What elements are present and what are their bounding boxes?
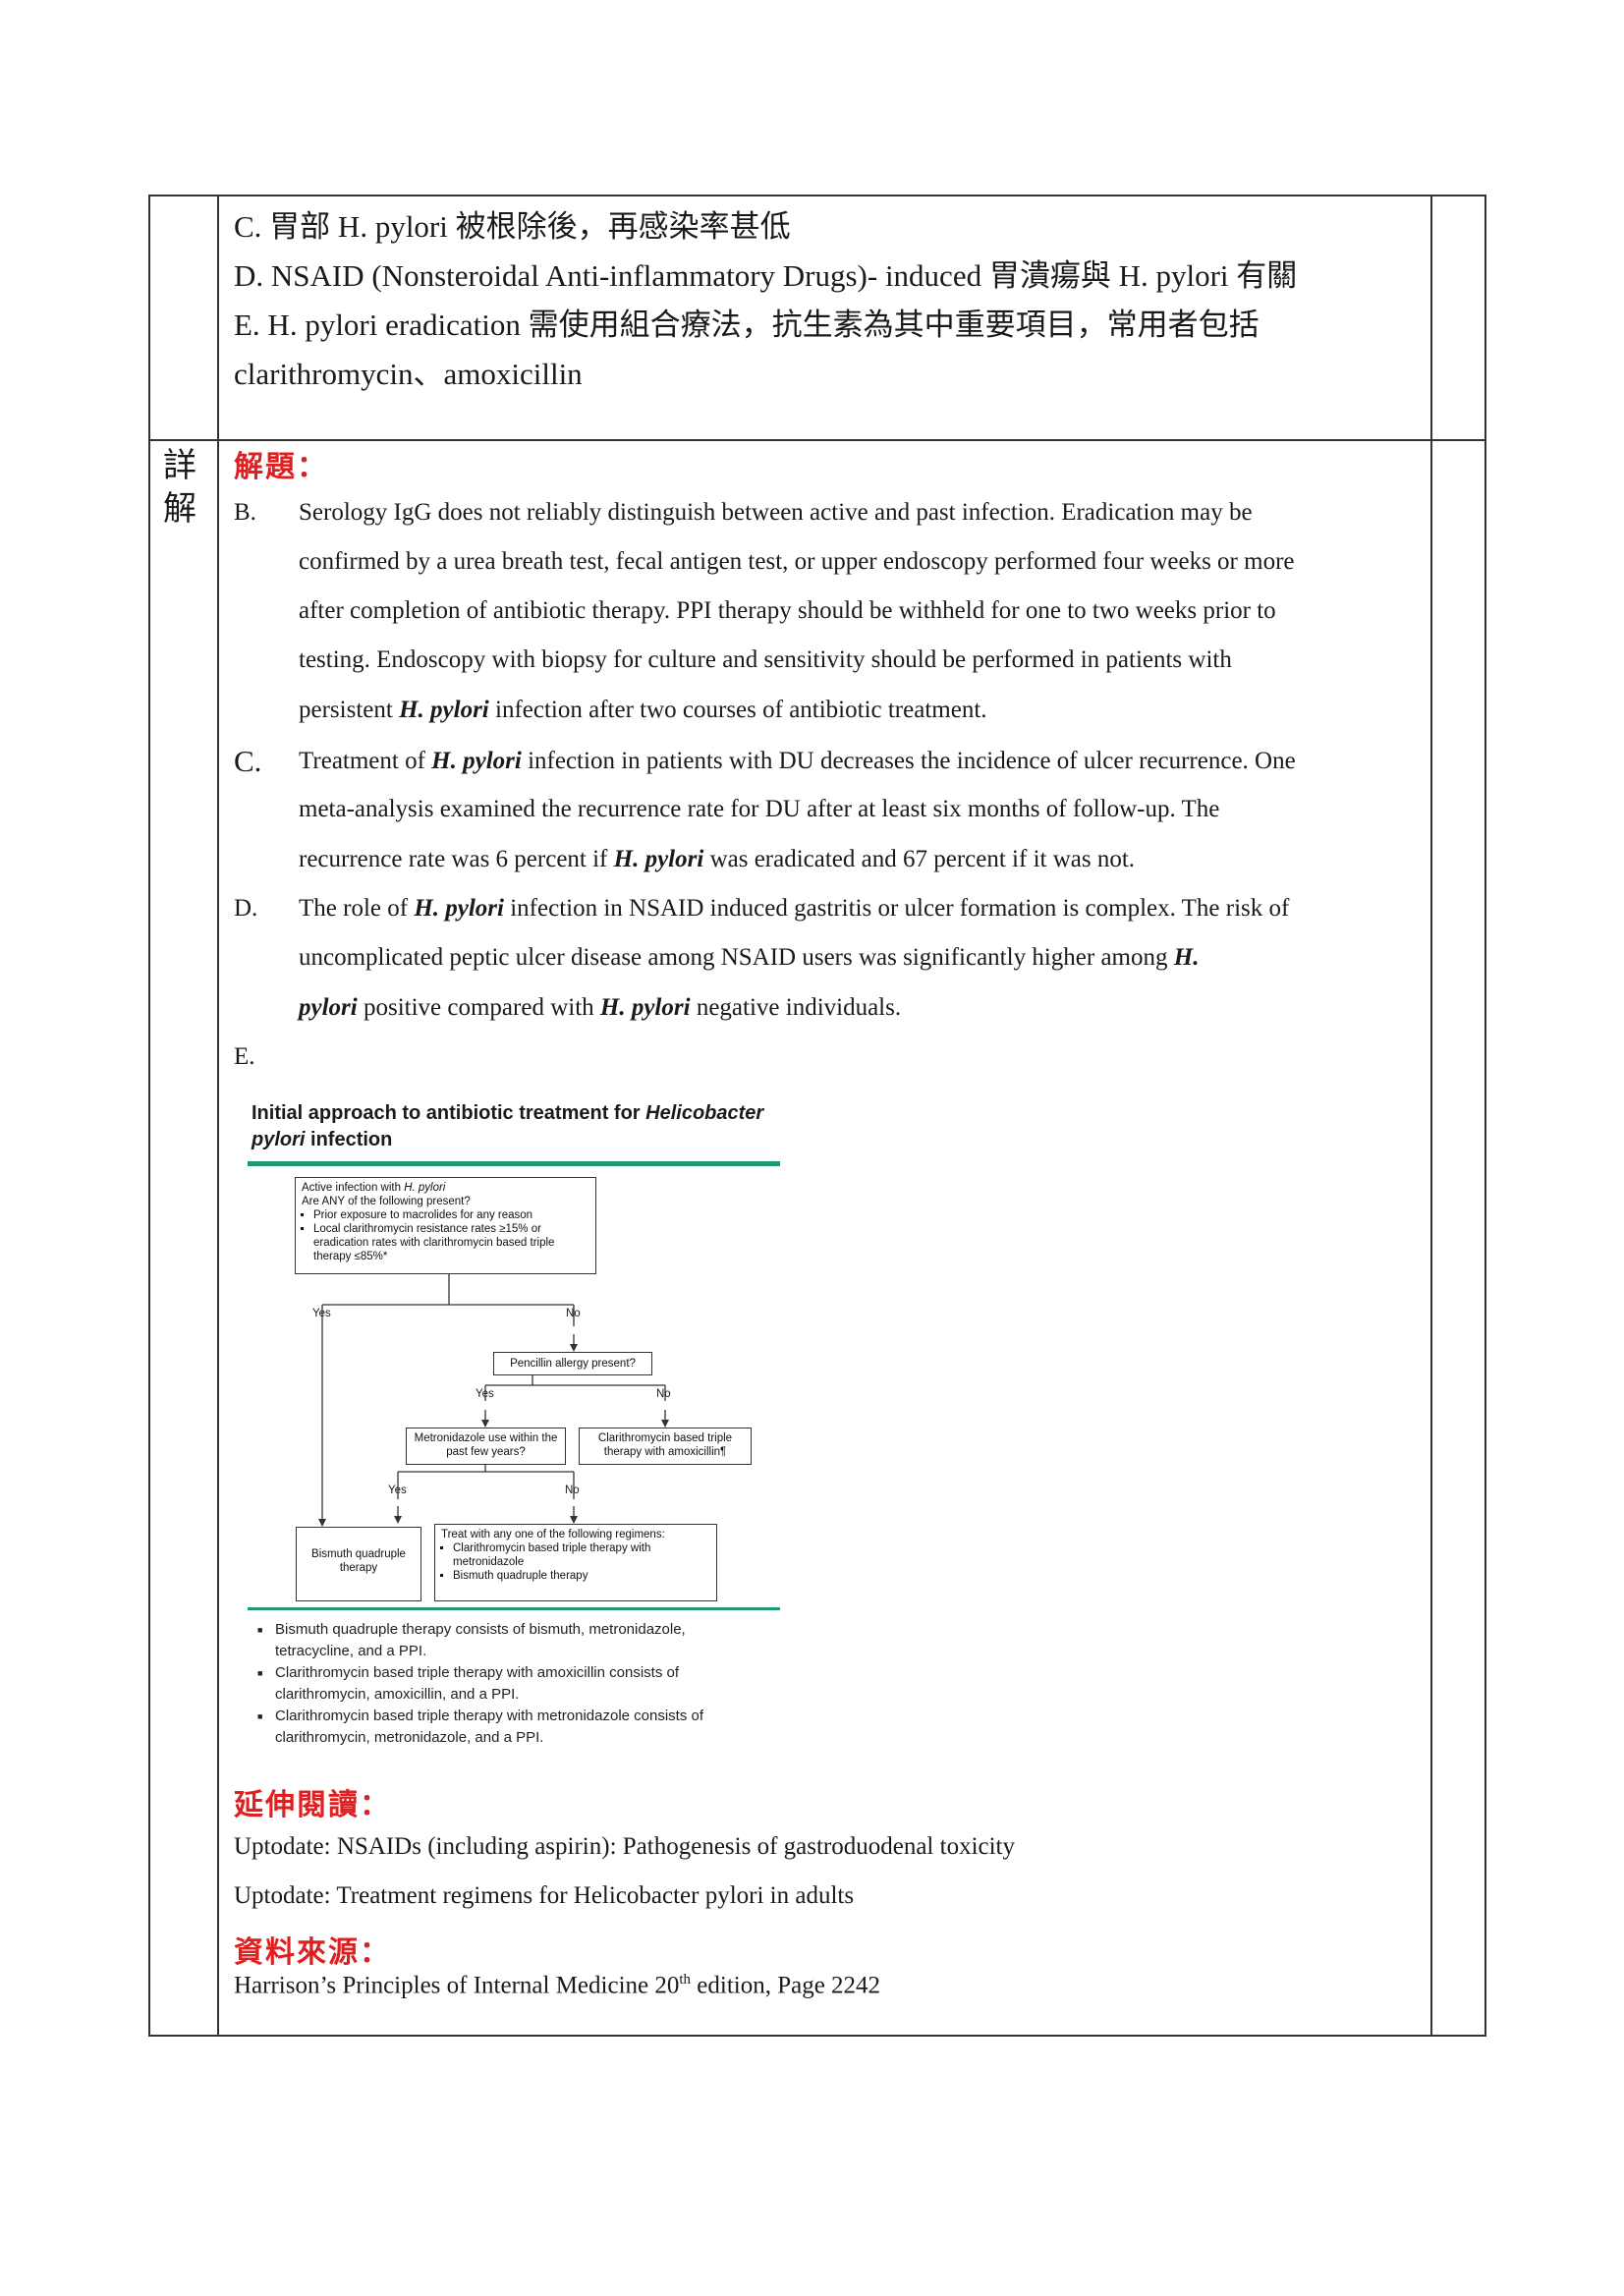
regimen-item: Clarithromycin based triple therapy with…	[453, 1541, 710, 1569]
hpylori-emphasis: pylori	[299, 994, 358, 1021]
item-c-line2: meta-analysis examined the recurrence ra…	[299, 796, 1220, 822]
column-divider-right	[1430, 196, 1432, 2035]
further-reading-link[interactable]: Uptodate: Treatment regimens for Helicob…	[234, 1882, 854, 1910]
label-yes: Yes	[476, 1388, 494, 1400]
box-clarithromycin-amoxicillin: Clarithromycin based triple therapy with…	[579, 1428, 752, 1465]
item-d-line2: uncomplicated peptic ulcer disease among…	[299, 944, 1200, 971]
side-label-char1: 詳	[163, 446, 196, 485]
hpylori-emphasis: H. pylori	[431, 748, 522, 774]
figure-footnotes: Bismuth quadruple therapy consists of bi…	[257, 1619, 747, 1749]
treatment-flowchart: Initial approach to antibiotic treatment…	[248, 1098, 783, 1757]
source-heading: 資料來源：	[234, 1935, 391, 1970]
hpylori-emphasis: H. pylori	[399, 697, 489, 723]
further-reading-heading: 延伸閱讀：	[234, 1788, 391, 1822]
item-c-line3: recurrence rate was 6 percent if H. pylo…	[299, 846, 1136, 872]
label-no: No	[565, 1484, 580, 1496]
item-e-letter: E.	[234, 1043, 255, 1070]
box-penicillin-allergy: Pencillin allergy present?	[493, 1352, 652, 1375]
hpylori-emphasis: H. pylori	[599, 994, 691, 1021]
criteria-item: Local clarithromycin resistance rates ≥1…	[313, 1222, 589, 1263]
source-citation: Harrison’s Principles of Internal Medici…	[234, 1972, 881, 1999]
item-b-line: after completion of antibiotic therapy. …	[299, 597, 1276, 624]
criteria-item: Prior exposure to macrolides for any rea…	[313, 1208, 589, 1222]
hpylori-emphasis: H. pylori	[613, 846, 704, 872]
box-metronidazole-use: Metronidazole use within the past few ye…	[406, 1428, 566, 1465]
option-d: D. NSAID (Nonsteroidal Anti-inflammatory…	[234, 258, 1298, 293]
box-active-infection: Active infection with H. pylori Are ANY …	[295, 1177, 596, 1274]
further-reading-link[interactable]: Uptodate: NSAIDs (including aspirin): Pa…	[234, 1833, 1015, 1861]
item-b-line: testing. Endoscopy with biopsy for cultu…	[299, 646, 1232, 673]
item-b-line: Serology IgG does not reliably distingui…	[299, 499, 1253, 526]
option-e-line2: clarithromycin、amoxicillin	[234, 357, 583, 391]
option-e-line1: E. H. pylori eradication 需使用組合療法，抗生素為其中重…	[234, 308, 1260, 342]
item-d-line3: pylori positive compared with H. pylori …	[299, 994, 902, 1021]
item-b-last-line: persistent H. pylori infection after two…	[299, 697, 987, 723]
footnote-item: Clarithromycin based triple therapy with…	[257, 1706, 747, 1749]
item-b-letter: B.	[234, 499, 256, 526]
item-b-line: confirmed by a urea breath test, fecal a…	[299, 548, 1295, 575]
hpylori-emphasis: H. pylori	[414, 895, 504, 922]
label-yes: Yes	[388, 1484, 407, 1496]
figure-bottom-rule	[248, 1607, 780, 1610]
label-no: No	[656, 1388, 671, 1400]
option-c: C. 胃部 H. pylori 被根除後，再感染率甚低	[234, 209, 791, 244]
side-label-char2: 解	[163, 489, 196, 529]
box-bismuth-quadruple: Bismuth quadruple therapy	[296, 1527, 421, 1601]
label-yes: Yes	[312, 1308, 331, 1319]
item-c-line1: Treatment of H. pylori infection in pati…	[299, 748, 1296, 774]
item-c-letter: C.	[234, 744, 262, 778]
hpylori-emphasis: H.	[1173, 944, 1200, 971]
footnote-item: Clarithromycin based triple therapy with…	[257, 1662, 747, 1706]
footnote-item: Bismuth quadruple therapy consists of bi…	[257, 1619, 747, 1662]
box-treatment-regimens: Treat with any one of the following regi…	[434, 1524, 717, 1601]
item-d-line1: The role of H. pylori infection in NSAID…	[299, 895, 1290, 922]
regimen-item: Bismuth quadruple therapy	[453, 1569, 710, 1583]
label-no: No	[566, 1308, 581, 1319]
document-page: C. 胃部 H. pylori 被根除後，再感染率甚低 D. NSAID (No…	[0, 0, 1624, 2296]
row-divider	[150, 439, 1484, 441]
column-divider-left	[217, 196, 219, 2035]
solution-heading: 解題：	[234, 450, 328, 484]
item-d-letter: D.	[234, 895, 258, 922]
